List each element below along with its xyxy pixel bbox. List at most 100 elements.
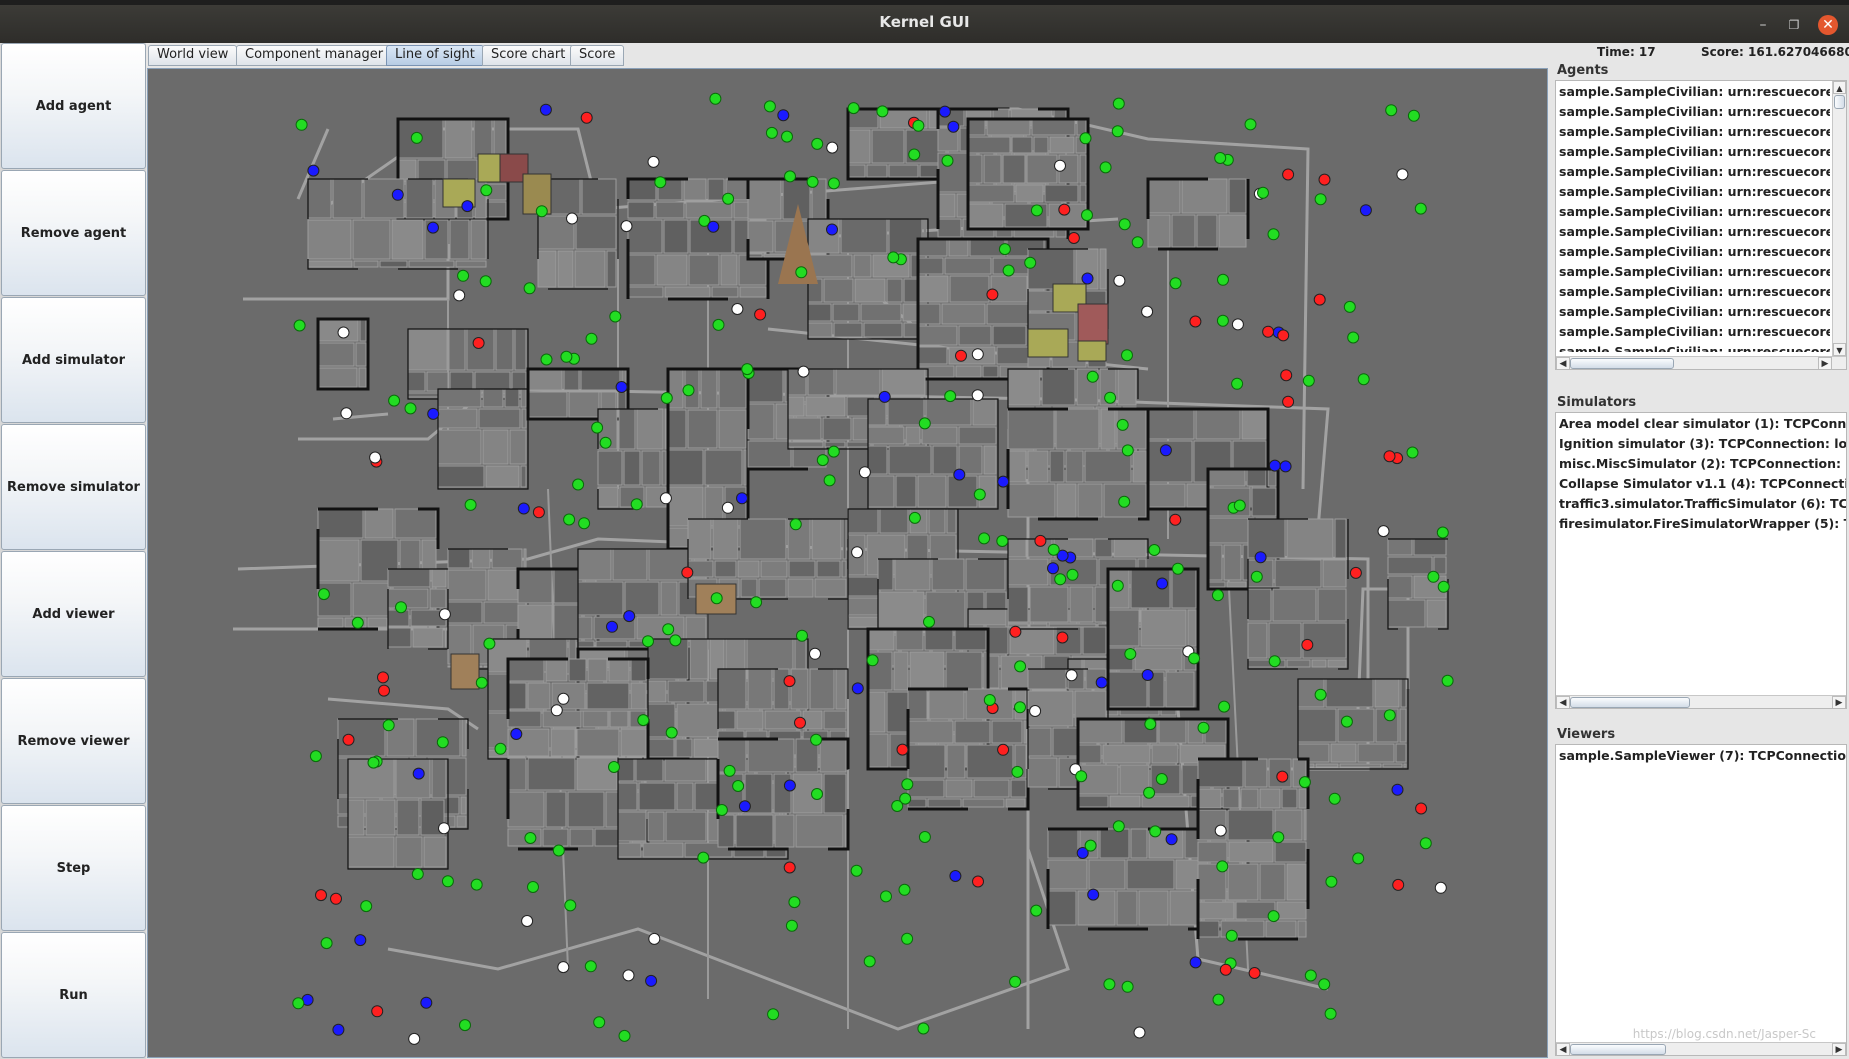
agent-marker[interactable] xyxy=(427,221,439,234)
simulator-list-item[interactable]: firesimulator.FireSimulatorWrapper (5): … xyxy=(1556,514,1846,534)
agent-marker[interactable] xyxy=(736,492,748,505)
agent-list-item[interactable]: sample.SampleCivilian: urn:rescuecore2.s… xyxy=(1556,322,1830,342)
agent-marker[interactable] xyxy=(1359,204,1372,217)
agent-marker[interactable] xyxy=(1156,577,1169,590)
agent-marker[interactable] xyxy=(1116,418,1129,431)
agent-marker[interactable] xyxy=(1133,1026,1146,1039)
agent-marker[interactable] xyxy=(738,800,751,813)
agent-marker[interactable] xyxy=(1262,325,1275,338)
agent-marker[interactable] xyxy=(517,502,530,515)
agent-marker[interactable] xyxy=(912,119,925,132)
agent-marker[interactable] xyxy=(754,308,767,321)
agent-marker[interactable] xyxy=(1124,648,1137,660)
agent-marker[interactable] xyxy=(665,726,678,739)
agent-marker[interactable] xyxy=(1219,963,1232,976)
agent-marker[interactable] xyxy=(1216,860,1229,873)
agent-marker[interactable] xyxy=(707,220,720,233)
agent-marker[interactable] xyxy=(1189,315,1202,328)
agent-marker[interactable] xyxy=(809,647,821,660)
agent-marker[interactable] xyxy=(388,394,401,407)
minimize-icon[interactable]: – xyxy=(1753,15,1773,35)
agent-marker[interactable] xyxy=(464,498,477,511)
agent-marker[interactable] xyxy=(599,436,612,449)
agent-marker[interactable] xyxy=(552,844,565,857)
agent-marker[interactable] xyxy=(908,511,921,524)
agent-marker[interactable] xyxy=(342,733,355,746)
agent-marker[interactable] xyxy=(1383,450,1396,463)
agent-marker[interactable] xyxy=(382,719,395,732)
agent-marker[interactable] xyxy=(441,875,454,888)
agent-marker[interactable] xyxy=(1144,718,1157,731)
agent-marker[interactable] xyxy=(826,141,839,154)
scroll-up-icon[interactable]: ▲ xyxy=(1833,81,1846,94)
agent-marker[interactable] xyxy=(721,501,734,514)
agent-marker[interactable] xyxy=(1225,929,1238,942)
agent-marker[interactable] xyxy=(360,900,373,913)
agent-marker[interactable] xyxy=(475,676,488,689)
agent-marker[interactable] xyxy=(1276,770,1289,783)
simulators-hscroll-thumb[interactable] xyxy=(1570,697,1690,708)
agent-marker[interactable] xyxy=(1268,459,1281,472)
agent-marker[interactable] xyxy=(1357,373,1370,386)
agent-marker[interactable] xyxy=(1047,543,1060,556)
agent-marker[interactable] xyxy=(578,517,591,530)
agent-marker[interactable] xyxy=(1406,446,1419,459)
agent-marker[interactable] xyxy=(732,780,745,792)
agent-marker[interactable] xyxy=(806,175,819,188)
agent-marker[interactable] xyxy=(1282,168,1295,181)
agent-marker[interactable] xyxy=(1112,820,1125,833)
agent-marker[interactable] xyxy=(367,756,380,769)
agent-marker[interactable] xyxy=(637,714,650,727)
agent-marker[interactable] xyxy=(1155,773,1168,785)
agent-marker[interactable] xyxy=(1318,978,1331,991)
agent-marker[interactable] xyxy=(1002,264,1015,277)
agent-marker[interactable] xyxy=(891,800,904,812)
agent-marker[interactable] xyxy=(1141,305,1154,318)
agent-marker[interactable] xyxy=(391,188,404,201)
agent-marker[interactable] xyxy=(1318,173,1331,186)
agent-marker[interactable] xyxy=(901,778,914,791)
agent-marker[interactable] xyxy=(741,363,754,376)
agent-marker[interactable] xyxy=(354,934,367,947)
agent-marker[interactable] xyxy=(470,878,483,891)
agent-marker[interactable] xyxy=(811,788,823,800)
add-agent-button[interactable]: Add agent xyxy=(1,43,146,169)
agent-marker[interactable] xyxy=(523,282,536,295)
agent-marker[interactable] xyxy=(783,675,796,688)
agent-marker[interactable] xyxy=(1328,792,1341,805)
agent-marker[interactable] xyxy=(1214,824,1227,837)
agent-marker[interactable] xyxy=(295,118,308,131)
agent-marker[interactable] xyxy=(1081,272,1094,285)
agent-marker[interactable] xyxy=(783,861,796,874)
close-icon[interactable]: ✕ xyxy=(1818,15,1838,35)
agent-marker[interactable] xyxy=(1217,273,1229,286)
agent-marker[interactable] xyxy=(863,955,876,968)
tab-line-of-sight[interactable]: Line of sight xyxy=(386,45,484,66)
agent-marker[interactable] xyxy=(1427,570,1440,583)
agent-marker[interactable] xyxy=(1075,770,1088,783)
agent-marker[interactable] xyxy=(1248,967,1261,979)
agent-list-item[interactable]: sample.SampleCivilian: urn:rescuecore2.s… xyxy=(1556,222,1830,242)
agent-marker[interactable] xyxy=(978,532,991,545)
agent-marker[interactable] xyxy=(785,919,798,932)
agent-marker[interactable] xyxy=(1268,655,1281,668)
agent-marker[interactable] xyxy=(371,1005,384,1018)
agent-marker[interactable] xyxy=(453,289,466,302)
agent-marker[interactable] xyxy=(938,105,951,118)
agent-marker[interactable] xyxy=(1385,104,1398,117)
agent-marker[interactable] xyxy=(1272,831,1285,844)
agent-marker[interactable] xyxy=(783,779,796,792)
agent-marker[interactable] xyxy=(710,592,723,605)
agents-horizontal-scrollbar[interactable]: ◀ ▶ xyxy=(1556,356,1846,369)
agent-marker[interactable] xyxy=(1267,910,1280,923)
agent-marker[interactable] xyxy=(826,223,838,236)
maximize-icon[interactable]: ❐ xyxy=(1784,15,1804,35)
agent-marker[interactable] xyxy=(1347,331,1360,344)
agent-marker[interactable] xyxy=(1011,765,1024,778)
agent-marker[interactable] xyxy=(564,899,577,912)
agent-marker[interactable] xyxy=(1054,573,1067,586)
agent-marker[interactable] xyxy=(309,750,322,763)
agent-marker[interactable] xyxy=(1349,566,1362,579)
agent-marker[interactable] xyxy=(337,326,350,339)
agent-marker[interactable] xyxy=(983,694,996,706)
